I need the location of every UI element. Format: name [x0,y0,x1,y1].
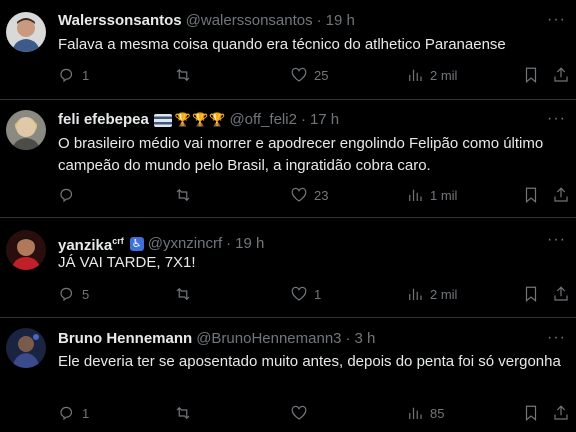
reply-tweet[interactable]: Walerssonsantos @walerssonsantos · 19 h … [0,0,576,100]
bookmark-icon [525,286,537,303]
reply-icon [60,406,73,421]
views-icon [409,189,422,201]
timestamp[interactable]: 17 h [310,111,339,129]
like-count: 1 [314,286,322,302]
reply-count: 1 [82,67,90,83]
like-button[interactable]: 23 [290,186,328,204]
retweet-icon [176,406,190,420]
bookmark-button[interactable] [522,66,540,84]
tweet-actions: 1 25 2 mil [0,66,576,86]
avatar[interactable] [6,230,46,270]
avatar[interactable] [6,328,46,368]
views-button[interactable]: 1 mil [406,186,457,204]
more-icon[interactable]: ··· [547,232,566,248]
more-icon[interactable]: ··· [547,330,566,346]
bookmark-button[interactable] [522,285,540,303]
share-icon [554,405,568,420]
reply-icon [60,287,73,302]
bookmark-icon [525,67,537,84]
view-count: 1 mil [430,187,458,203]
reply-button[interactable]: 1 [58,66,89,84]
timestamp[interactable]: 19 h [326,12,355,30]
display-name[interactable]: feli efebepea [58,111,149,129]
trophy-icon: 🏆 [209,112,226,127]
reply-tweet[interactable]: feli efebepea 🏆 🏆 🏆 @off_feli2 · 17 h ··… [0,100,576,218]
more-icon[interactable]: ··· [547,12,566,28]
trophy-icon: 🏆 [192,112,209,127]
avatar[interactable] [6,12,46,52]
timestamp[interactable]: 3 h [355,330,376,348]
bookmark-icon [525,405,537,422]
reply-count: 1 [82,405,90,421]
like-button[interactable]: 1 [290,285,321,303]
share-button[interactable] [552,285,570,303]
user-handle[interactable]: @yxnzincrf [148,235,222,253]
timestamp[interactable]: 19 h [235,235,264,253]
wheelchair-icon: ♿ [129,236,144,251]
display-name[interactable]: Walerssonsantos [58,12,182,30]
reply-count: 5 [82,286,90,302]
user-handle[interactable]: @walerssonsantos [186,12,313,30]
views-icon [409,288,422,300]
user-handle[interactable]: @BrunoHennemann3 [196,330,341,348]
retweet-button[interactable] [174,186,198,204]
views-button[interactable]: 2 mil [406,285,457,303]
reply-icon [60,188,73,203]
display-name[interactable]: Bruno Hennemann [58,330,192,348]
like-button[interactable] [290,404,314,422]
share-button[interactable] [552,186,570,204]
views-icon [409,407,422,419]
tweet-actions: 1 85 [0,404,576,424]
view-count: 85 [430,405,445,421]
like-count: 25 [314,67,329,83]
share-button[interactable] [552,404,570,422]
retweet-button[interactable] [174,404,198,422]
reply-button[interactable] [58,186,82,204]
heart-icon [291,67,307,82]
views-icon [409,69,422,81]
like-button[interactable]: 25 [290,66,328,84]
retweet-icon [176,188,190,202]
bookmark-icon [525,187,537,204]
share-button[interactable] [552,66,570,84]
share-icon [554,286,568,301]
heart-icon [291,405,307,420]
reply-icon [60,68,73,83]
heart-icon [291,187,307,202]
more-icon[interactable]: ··· [547,111,566,127]
retweet-icon [176,68,190,82]
reply-button[interactable]: 5 [58,285,89,303]
views-button[interactable]: 85 [406,404,444,422]
heart-icon [291,286,307,301]
views-button[interactable]: 2 mil [406,66,457,84]
tweet-actions: 23 1 mil [0,186,576,206]
user-handle[interactable]: @off_feli2 [229,111,297,129]
share-icon [554,187,568,202]
tweet-text: JÁ VAI TARDE, 7X1! [58,254,196,271]
tweet-actions: 5 1 2 mil [0,285,576,305]
like-count: 23 [314,187,329,203]
view-count: 2 mil [430,286,458,302]
bookmark-button[interactable] [522,186,540,204]
share-icon [554,67,568,82]
view-count: 2 mil [430,67,458,83]
bookmark-button[interactable] [522,404,540,422]
tweet-text: O brasileiro médio vai morrer e apodrece… [58,135,544,174]
tweet-text: Falava a mesma coisa quando era técnico … [58,36,506,53]
avatar[interactable] [6,110,46,150]
retweet-icon [176,287,190,301]
retweet-button[interactable] [174,66,198,84]
reply-tweet[interactable]: Bruno Hennemann @BrunoHennemann3 · 3 h ·… [0,318,576,432]
trophy-icon: 🏆 [174,112,192,127]
retweet-button[interactable] [174,285,198,303]
tweet-text: Ele deveria ter se aposentado muito ante… [58,353,561,370]
reply-tweet[interactable]: yanzikacrf ♿ @yxnzincrf · 19 h ··· JÁ VA… [0,218,576,318]
flag-icon [153,113,172,127]
reply-button[interactable]: 1 [58,404,89,422]
